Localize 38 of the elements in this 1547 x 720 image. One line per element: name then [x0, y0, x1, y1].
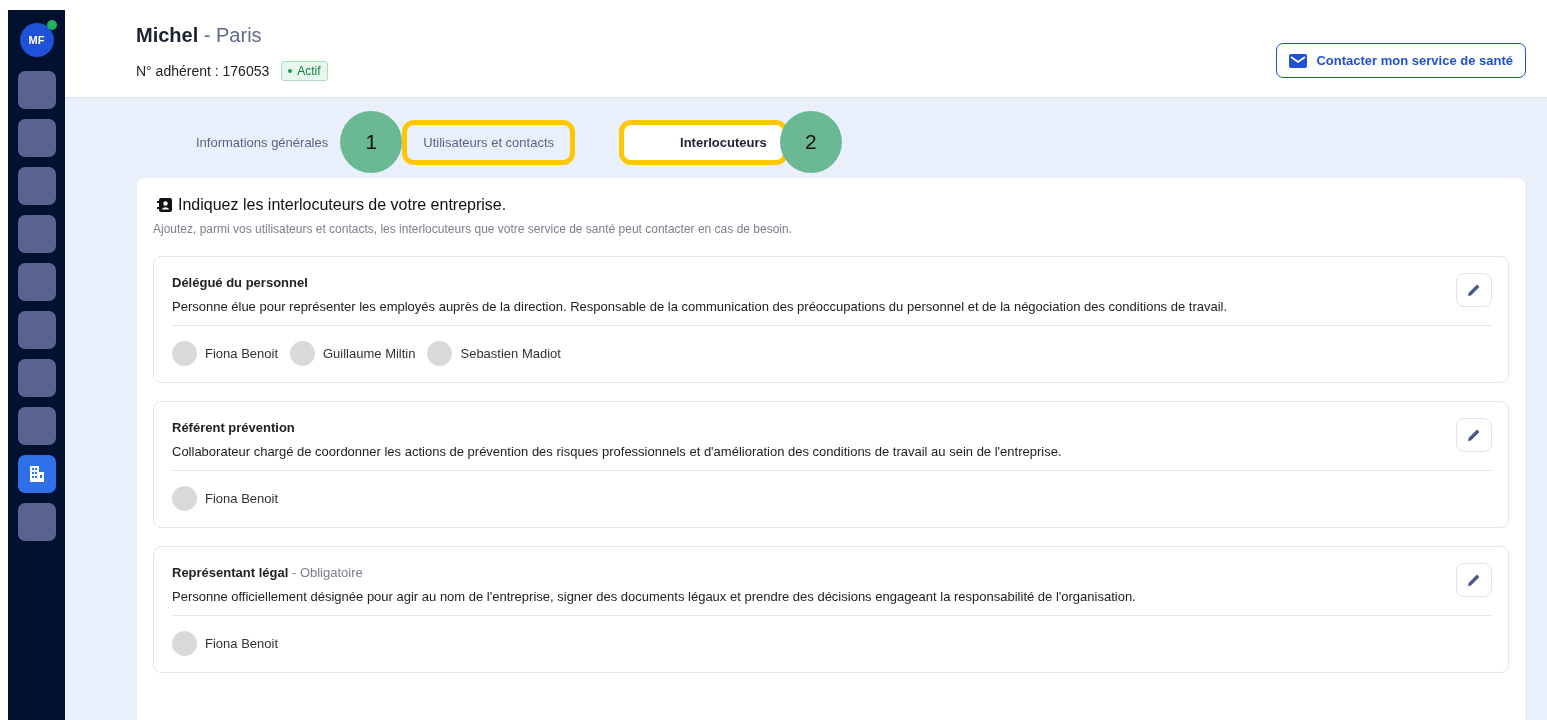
pencil-icon — [1467, 283, 1481, 297]
role-description: Personne officiellement désignée pour agir au nom de l'entreprise, signer des documents légaux et prendre des décisions engageant la responsabilité de l'organisation. — [172, 589, 1136, 604]
edit-button[interactable] — [1456, 273, 1492, 307]
tab[interactable]: Interlocuteurs — [619, 119, 788, 165]
tab[interactable]: Utilisateurs et contacts — [402, 119, 576, 165]
role-title: Représentant légal - Obligatoire — [172, 565, 364, 580]
edit-button[interactable] — [1456, 418, 1492, 452]
pencil-icon — [1467, 428, 1481, 442]
role-description: Collaborateur chargé de coordonner les actions de prévention des risques professionnels et d'amélioration des conditions de travail au sein de l'entreprise. — [172, 444, 1062, 459]
person-avatar — [172, 341, 197, 366]
person-avatar — [427, 341, 453, 366]
status-badge: Actif — [281, 61, 328, 81]
organization-title: Michel - Paris — [136, 24, 263, 47]
person-avatar — [172, 631, 197, 656]
person-name: Sebastien Madiot — [460, 346, 561, 361]
role-description: Personne élue pour représenter les employés auprès de la direction. Responsable de la communication des préoccupations du personnel et de la négociation des conditions de travail. — [172, 299, 1228, 314]
pencil-icon — [1467, 573, 1481, 587]
user-avatar[interactable]: MF — [19, 23, 54, 57]
callout-number: 2 — [779, 111, 842, 173]
panel-subtitle: Ajoutez, parmi vos utilisateurs et contacts, les interlocuteurs que votre service de santé peut contacter en cas de besoin. — [153, 222, 793, 236]
callout-number: 1 — [340, 111, 403, 173]
member-number: N° adhérent : 176053 — [136, 63, 270, 79]
tab[interactable]: Informations générales — [184, 122, 341, 162]
building-icon — [28, 465, 45, 483]
person-name: Fiona Benoit — [205, 491, 278, 506]
person-name: Fiona Benoit — [205, 346, 278, 361]
nav-item[interactable] — [17, 455, 56, 493]
contact-book-icon — [157, 198, 172, 212]
panel-title: Indiquez les interlocuteurs de votre entreprise. — [178, 196, 507, 214]
person-avatar — [290, 341, 315, 366]
role-title: Délégué du personnel — [172, 275, 309, 290]
mail-icon — [1289, 53, 1308, 68]
contact-button[interactable]: Contacter mon service de santé — [1276, 43, 1526, 78]
edit-button[interactable] — [1456, 563, 1492, 597]
person-name: Guillaume Miltin — [323, 346, 416, 361]
person-name: Fiona Benoit — [205, 636, 278, 651]
person-avatar — [172, 486, 197, 511]
role-title: Référent prévention — [172, 420, 296, 435]
